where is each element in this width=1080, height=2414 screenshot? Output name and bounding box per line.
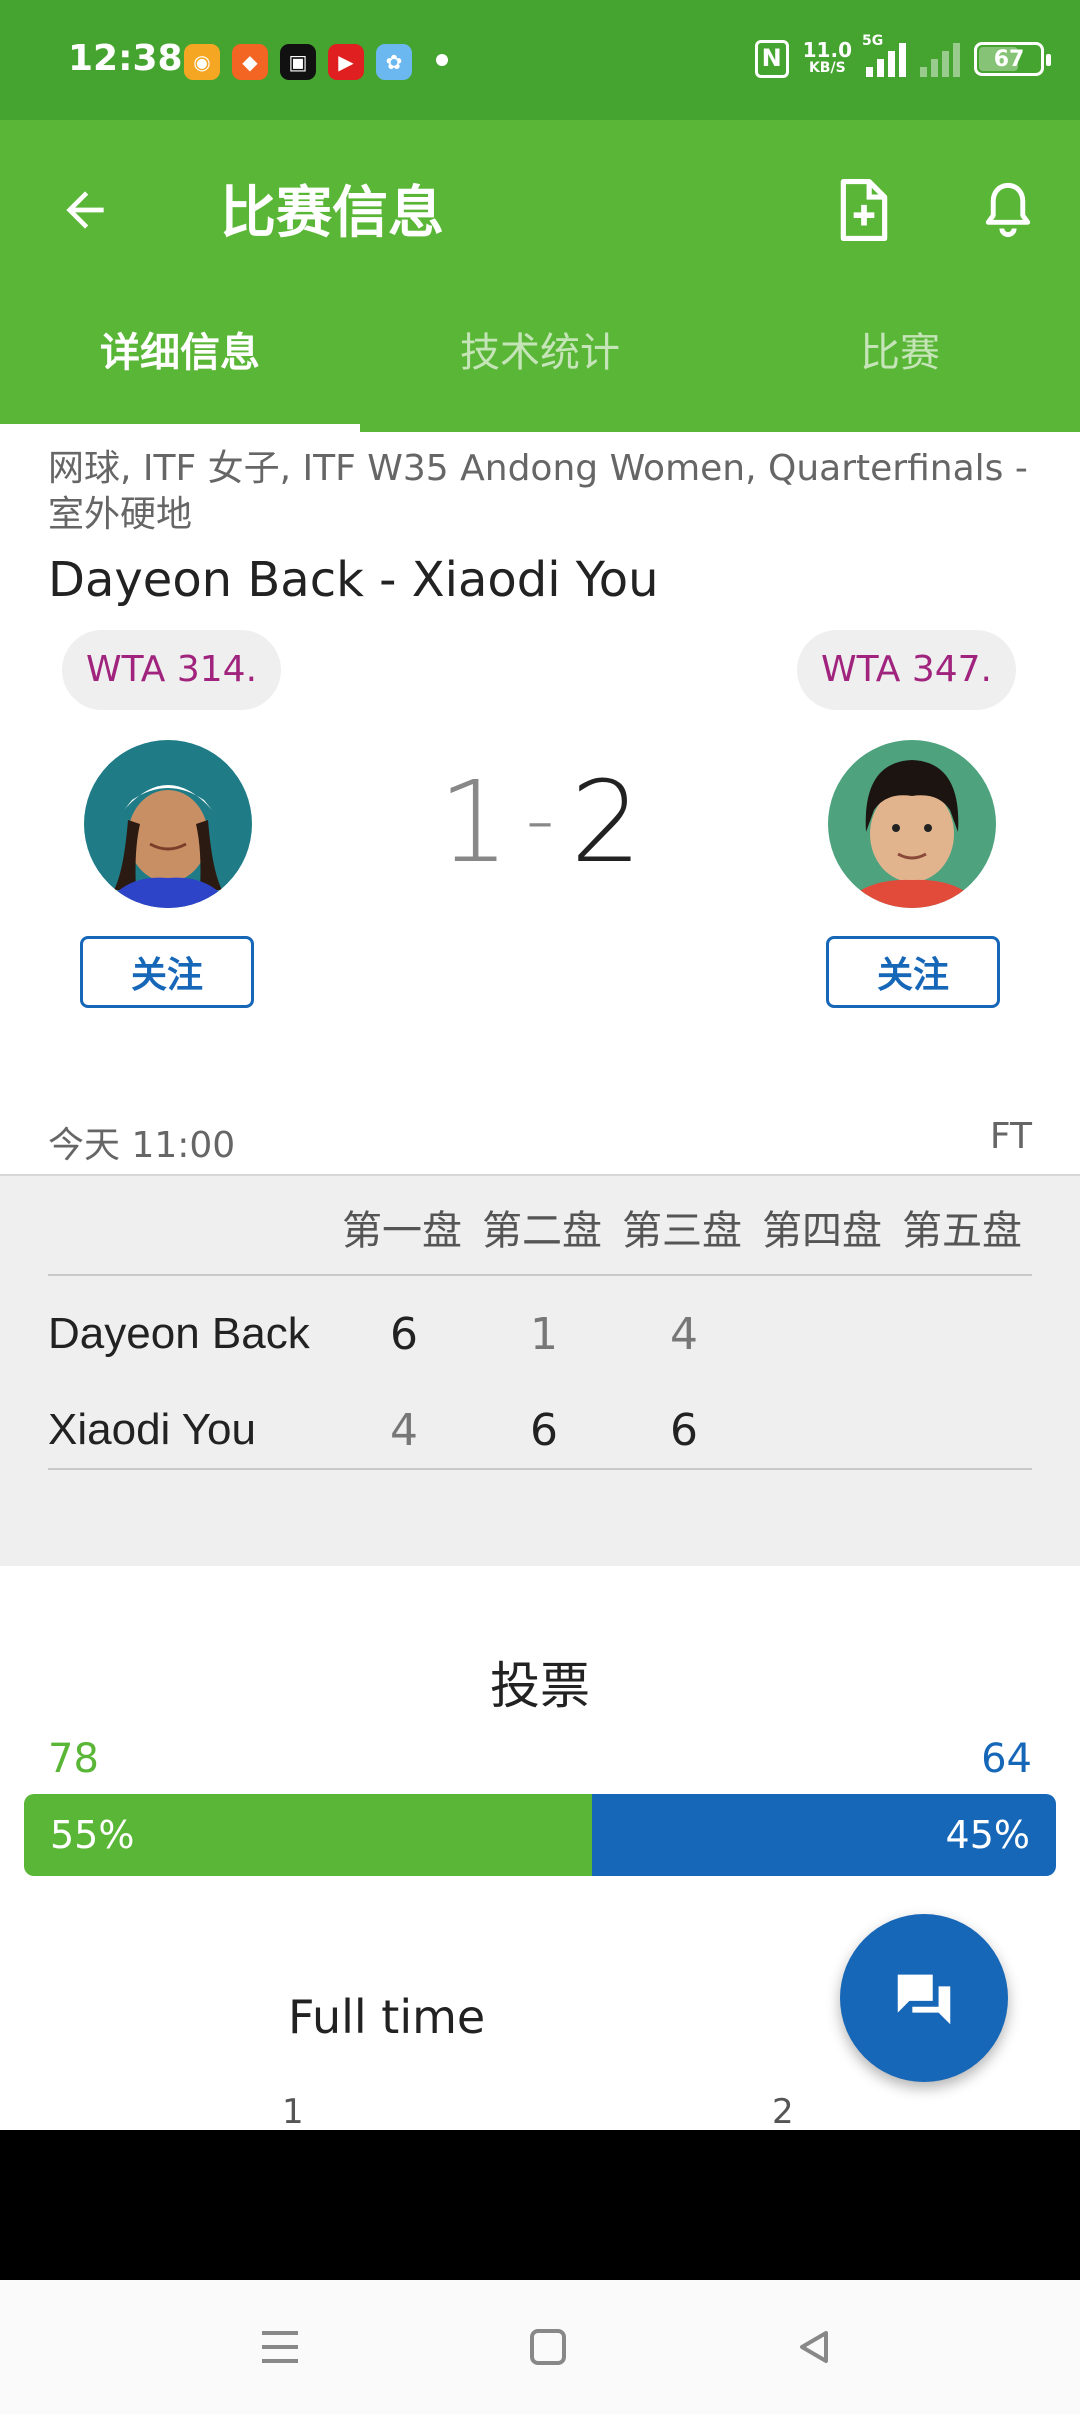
set-score: 4 — [670, 1308, 698, 1360]
match-status: FT — [989, 1116, 1032, 1157]
set-score: 6 — [530, 1404, 558, 1456]
app-icon: ◆ — [232, 44, 268, 80]
network-speed: 11.0 KB/S — [803, 40, 852, 77]
match-score: 1-2 — [380, 758, 700, 888]
status-bar: 12:38 ◉ ◆ ▣ ▶ ✿ N 11.0 KB/S 5G 67 — [0, 0, 1080, 120]
tab-details[interactable]: 详细信息 — [0, 300, 360, 432]
status-indicators: N 11.0 KB/S 5G 67 — [754, 33, 1051, 78]
tab-statistics[interactable]: 技术统计 — [360, 300, 720, 432]
set-header: 第一盘 — [342, 1208, 462, 1254]
file-plus-icon — [840, 178, 888, 241]
menu-icon — [262, 2331, 298, 2363]
status-time: 12:38 — [68, 38, 183, 79]
bell-icon — [985, 182, 1031, 238]
more-notifications-dot — [436, 54, 448, 66]
match-title: Dayeon Back - Xiaodi You — [48, 552, 659, 608]
vote-home-button[interactable]: 55% — [24, 1794, 592, 1876]
notification-icons: ◉ ◆ ▣ ▶ ✿ — [184, 44, 412, 80]
table-row: Dayeon Back 6 1 4 — [48, 1286, 1032, 1382]
back-button[interactable] — [50, 175, 120, 245]
nfc-icon: N — [754, 40, 789, 78]
set-score: 6 — [670, 1404, 698, 1456]
home-sets-won: 1 — [438, 758, 510, 888]
set-score: 1 — [530, 1308, 558, 1360]
back-nav-button[interactable] — [764, 2302, 864, 2392]
signal-5g: 5G — [862, 33, 906, 77]
away-vote-count: 64 — [981, 1736, 1032, 1782]
set-header: 第三盘 — [622, 1208, 742, 1254]
media-overlay — [0, 2130, 1080, 2280]
player-name: Dayeon Back — [48, 1309, 310, 1358]
page-title: 比赛信息 — [220, 181, 444, 246]
away-rank-badge: WTA 347. — [796, 630, 1016, 710]
full-time-label-away: 2 — [772, 2092, 794, 2132]
home-vote-percent: 55% — [50, 1813, 135, 1857]
divider — [48, 1468, 1032, 1470]
home-rank-badge: WTA 314. — [62, 630, 282, 710]
notifications-button[interactable] — [968, 170, 1048, 250]
home-button[interactable] — [498, 2302, 598, 2392]
network-type-label: 5G — [862, 33, 884, 49]
gallery-icon: ✿ — [376, 44, 412, 80]
square-icon — [530, 2329, 566, 2365]
app-bar: 比赛信息 详细信息 技术统计 比赛 — [0, 120, 1080, 432]
away-sets-won: 2 — [570, 758, 642, 888]
vote-away-button[interactable]: 45% — [591, 1794, 1056, 1876]
player-name: Xiaodi You — [48, 1405, 256, 1454]
full-time-label-home: 1 — [282, 2092, 304, 2132]
add-calendar-button[interactable] — [824, 170, 904, 250]
arrow-left-icon — [66, 191, 104, 229]
away-vote-percent: 45% — [945, 1813, 1030, 1857]
table-row: Xiaodi You 4 6 6 — [48, 1382, 1032, 1478]
home-vote-count: 78 — [48, 1736, 99, 1782]
tab-matches[interactable]: 比赛 — [720, 300, 1080, 432]
triangle-back-icon — [800, 2331, 828, 2363]
tab-bar: 详细信息 技术统计 比赛 — [0, 300, 1080, 432]
play-icon: ▶ — [328, 44, 364, 80]
match-time-row: 今天 11:00 FT — [48, 1116, 1032, 1168]
recent-apps-button[interactable] — [230, 2302, 330, 2392]
set-header: 第二盘 — [482, 1208, 602, 1254]
system-nav-bar — [0, 2280, 1080, 2414]
set-header: 第四盘 — [762, 1208, 882, 1254]
away-player-avatar[interactable] — [828, 740, 996, 908]
set-score: 6 — [390, 1308, 418, 1360]
away-avatar-image — [828, 740, 996, 908]
poll-title: 投票 — [490, 1657, 590, 1715]
follow-away-button[interactable]: 关注 — [826, 936, 1000, 1008]
sets-score-table: 第一盘 第二盘 第三盘 第四盘 第五盘 Dayeon Back 6 1 4 Xi… — [0, 1174, 1080, 1566]
set-header: 第五盘 — [902, 1208, 1022, 1254]
home-avatar-image — [84, 740, 252, 908]
home-player-avatar[interactable] — [84, 740, 252, 908]
poll-bar: 55% 45% — [24, 1794, 1056, 1876]
divider — [48, 1274, 1032, 1276]
follow-home-button[interactable]: 关注 — [80, 936, 254, 1008]
score-separator: - — [525, 773, 555, 866]
match-start-time: 今天 11:00 — [48, 1125, 236, 1166]
set-score: 4 — [390, 1404, 418, 1456]
signal-secondary-icon — [920, 41, 960, 77]
sets-header-row: 第一盘 第二盘 第三盘 第四盘 第五盘 — [332, 1198, 1032, 1256]
screen: 12:38 ◉ ◆ ▣ ▶ ✿ N 11.0 KB/S 5G 67 比赛信息 详… — [0, 0, 1080, 2414]
battery-icon: 67 — [974, 42, 1051, 76]
network-speed-unit: KB/S — [808, 60, 846, 76]
chat-button[interactable] — [840, 1914, 1008, 2082]
weibo-icon: ◉ — [184, 44, 220, 80]
chat-icon — [897, 1974, 951, 2025]
match-breadcrumb: 网球, ITF 女子, ITF W35 Andong Women, Quarte… — [48, 448, 1028, 535]
video-icon: ▣ — [280, 44, 316, 80]
full-time-title: Full time — [288, 1990, 486, 2044]
battery-level: 67 — [993, 46, 1025, 72]
